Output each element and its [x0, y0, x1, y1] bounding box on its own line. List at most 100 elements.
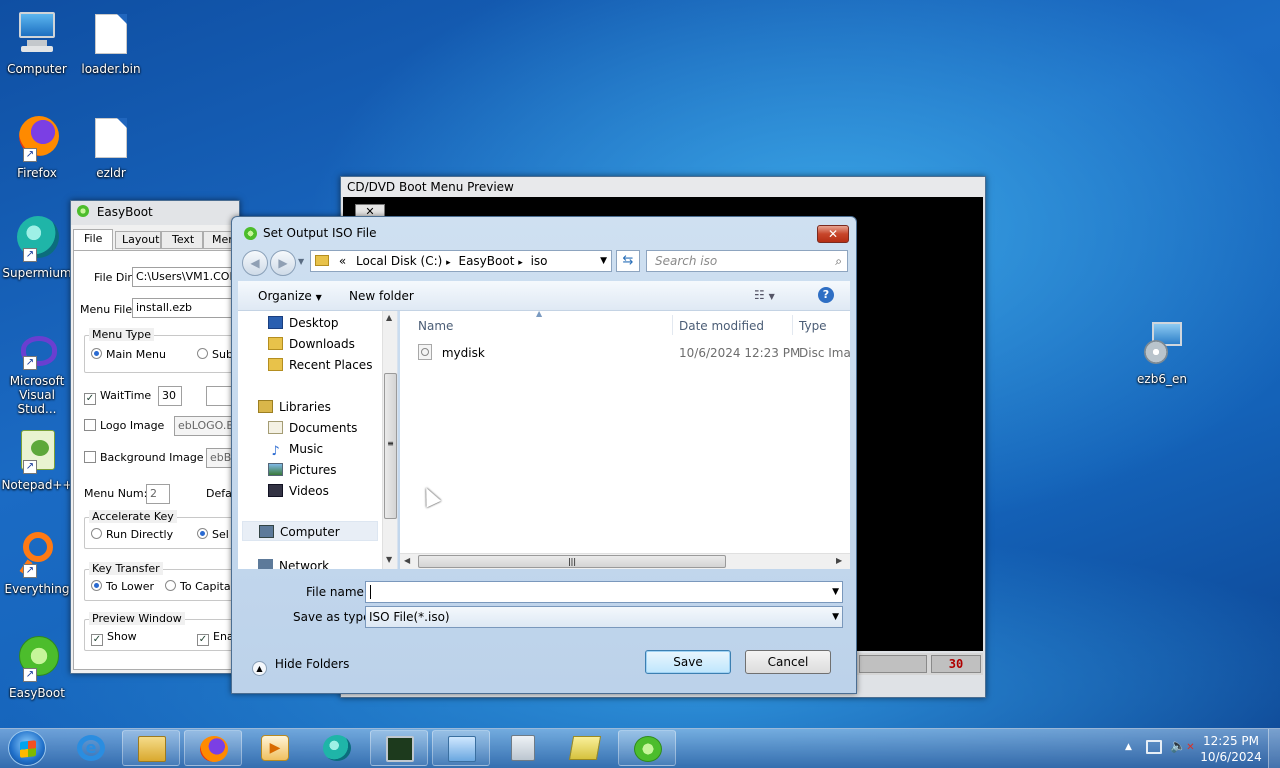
file-explorer-icon — [138, 736, 166, 762]
background-image-checkbox[interactable]: Background Image — [84, 451, 204, 464]
nav-libraries[interactable]: Libraries — [258, 397, 331, 417]
refresh-button[interactable]: ⇆ — [616, 250, 640, 272]
desktop-icon-firefox[interactable]: ↗ Firefox — [0, 114, 74, 180]
show-hidden-icons-button[interactable]: ▲ — [1125, 742, 1132, 752]
file-list-hscrollbar[interactable]: ◀ ||| ▶ — [400, 553, 850, 569]
desktop-icon-loader-bin[interactable]: loader.bin — [74, 10, 148, 76]
cancel-button[interactable]: Cancel — [745, 650, 831, 674]
desktop-icon-ezb6-en[interactable]: ezb6_en — [1125, 320, 1199, 386]
volume-muted-icon[interactable]: 🔈✕ — [1170, 739, 1195, 754]
radio-to-lower[interactable]: To Lower — [91, 580, 154, 593]
desktop-icon-ezldr[interactable]: ezldr — [74, 114, 148, 180]
clock[interactable]: 12:25 PM 10/6/2024 — [1196, 733, 1266, 765]
file-date: 10/6/2024 12:23 PM — [679, 346, 801, 360]
menu-num-label: Menu Num: — [84, 487, 148, 500]
show-checkbox[interactable]: ✓ Show — [91, 630, 137, 646]
easyboot-icon — [634, 736, 662, 762]
libraries-icon — [258, 400, 273, 413]
save-iso-dialog[interactable]: Set Output ISO File ✕ ◀ ▶ ▼ « Local Disk… — [231, 216, 857, 694]
save-as-type-select[interactable]: ISO File(*.iso) ▼ — [365, 606, 843, 628]
tab-layout[interactable]: Layout — [115, 231, 161, 249]
taskbar-firefox[interactable] — [184, 730, 242, 766]
nav-recent-places[interactable]: Recent Places — [268, 355, 372, 375]
breadcrumb-easyboot[interactable]: EasyBoot ▸ — [458, 254, 522, 268]
taskbar-supermium[interactable] — [308, 730, 366, 766]
radio-select[interactable]: Sel — [197, 528, 229, 541]
notepadpp-icon: ↗ — [13, 426, 61, 474]
file-name-dropdown-icon[interactable]: ▼ — [832, 582, 839, 602]
network-tray-icon[interactable] — [1146, 740, 1162, 754]
desktop-icon-supermium[interactable]: ↗ Supermium — [0, 214, 74, 280]
logo-image-checkbox[interactable]: Logo Image — [84, 419, 164, 432]
taskbar-internet-explorer[interactable]: e — [62, 730, 120, 766]
radio-run-directly[interactable]: Run Directly — [91, 528, 173, 541]
easyboot-window[interactable]: EasyBoot File Layout Text Men File Dir: … — [70, 200, 244, 674]
desktop-icon-notepadpp[interactable]: ↗ Notepad++ — [0, 426, 74, 492]
forward-button[interactable]: ▶ — [270, 250, 296, 276]
file-row[interactable]: mydisk 10/6/2024 12:23 PM Disc Imag — [418, 343, 850, 363]
taskbar-calculator[interactable] — [494, 730, 552, 766]
nav-scrollbar-thumb[interactable]: ≡ — [384, 373, 397, 519]
recent-pages-chevron[interactable]: ▼ — [298, 257, 304, 266]
taskbar-media-player[interactable]: ▶ — [246, 730, 304, 766]
help-icon[interactable]: ? — [818, 287, 834, 303]
radio-main-menu[interactable]: Main Menu — [91, 348, 166, 361]
radio-to-capital[interactable]: To Capital — [165, 580, 234, 593]
breadcrumb-local-disk[interactable]: Local Disk (C:) ▸ — [356, 254, 451, 268]
nav-network[interactable]: Network — [258, 559, 329, 569]
nav-videos[interactable]: Videos — [268, 481, 329, 501]
column-name[interactable]: Name — [418, 319, 453, 333]
tab-file[interactable]: File — [73, 229, 113, 251]
hscrollbar-thumb[interactable]: ||| — [418, 555, 726, 568]
desktop-icon-everything[interactable]: ↗ Everything — [0, 530, 74, 596]
easyboot-icon: ↗ — [13, 634, 61, 682]
nav-documents[interactable]: Documents — [268, 418, 357, 438]
save-button[interactable]: Save — [645, 650, 731, 674]
address-bar[interactable]: « Local Disk (C:) ▸ EasyBoot ▸ iso ▼ — [310, 250, 612, 272]
nav-scrollbar[interactable]: ▲ ≡ ▼ — [382, 311, 397, 569]
save-type-dropdown-icon[interactable]: ▼ — [832, 607, 839, 627]
preview-window-title: CD/DVD Boot Menu Preview — [341, 177, 985, 197]
start-button[interactable] — [8, 730, 46, 766]
taskbar-task-manager[interactable] — [370, 730, 428, 766]
file-list[interactable]: ▲ Name Date modified Type mydisk 10/6/20… — [400, 311, 850, 569]
new-folder-button[interactable]: New folder — [349, 289, 414, 303]
dialog-close-button[interactable]: ✕ — [817, 225, 849, 243]
easyboot-title-icon — [77, 205, 89, 217]
waittime-input[interactable]: 30 — [158, 386, 182, 406]
menu-file-input[interactable]: install.ezb — [132, 298, 242, 318]
radio-sub-menu[interactable]: Sub — [197, 348, 233, 361]
organize-menu[interactable]: Organize ▼ — [258, 289, 322, 303]
navigation-pane[interactable]: Desktop Downloads Recent Places Librarie… — [238, 311, 398, 569]
column-type[interactable]: Type — [799, 319, 827, 333]
breadcrumb-iso[interactable]: iso — [531, 254, 548, 268]
hide-folders-toggle[interactable]: ▲ Hide Folders — [252, 657, 349, 676]
desktop-icon-computer[interactable]: Computer — [0, 10, 74, 76]
file-name-input[interactable]: ▼ — [365, 581, 843, 603]
view-options-icon[interactable]: ☷ ▼ — [754, 288, 775, 302]
desktop-icon-easyboot[interactable]: ↗ EasyBoot — [0, 634, 74, 700]
breadcrumb-overflow[interactable]: « — [339, 254, 346, 268]
nav-downloads[interactable]: Downloads — [268, 334, 355, 354]
column-date-modified[interactable]: Date modified — [679, 319, 764, 333]
back-button[interactable]: ◀ — [242, 250, 268, 276]
tab-text[interactable]: Text — [161, 231, 203, 249]
search-input[interactable]: Search iso ⌕ — [646, 250, 848, 272]
taskbar-folders[interactable] — [556, 730, 614, 766]
waittime-checkbox[interactable]: ✓ WaitTime — [84, 389, 151, 405]
taskbar-easyboot[interactable] — [618, 730, 676, 766]
taskbar-file-explorer[interactable] — [122, 730, 180, 766]
nav-music[interactable]: ♪ Music — [268, 439, 323, 459]
nav-pictures[interactable]: Pictures — [268, 460, 337, 480]
address-dropdown-icon[interactable]: ▼ — [600, 251, 607, 271]
computer-nav-icon — [259, 525, 274, 538]
taskbar-control-panel[interactable] — [432, 730, 490, 766]
accelerate-key-group: Accelerate Key Run Directly Sel — [84, 510, 244, 549]
show-desktop-button[interactable] — [1268, 729, 1280, 768]
nav-computer[interactable]: Computer — [242, 521, 378, 541]
file-dir-input[interactable]: C:\Users\VM1.COLL — [132, 267, 242, 287]
nav-desktop[interactable]: Desktop — [268, 313, 339, 333]
desktop-icon-visual-studio[interactable]: ↗ Microsoft Visual Stud... — [0, 332, 74, 416]
menu-num-input[interactable]: 2 — [146, 484, 170, 504]
enable-checkbox[interactable]: ✓ Ena — [197, 630, 234, 646]
